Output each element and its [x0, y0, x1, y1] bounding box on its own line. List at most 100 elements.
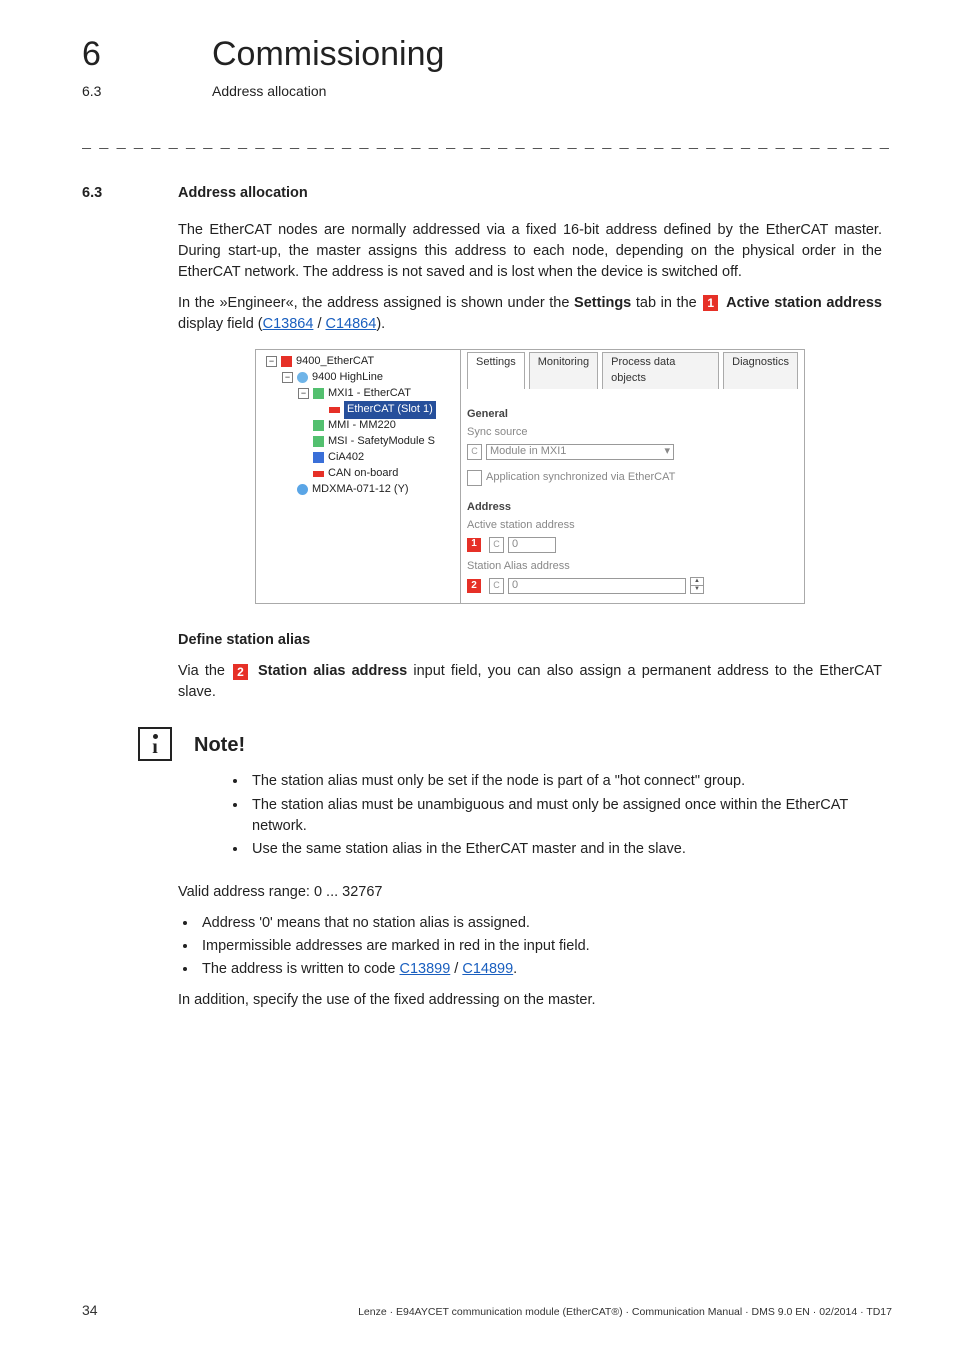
- expand-toggle-icon[interactable]: −: [266, 356, 277, 367]
- section-number-small: 6.3: [82, 81, 152, 101]
- param-c-box[interactable]: C: [489, 578, 504, 594]
- tree-item-label: 9400 HighLine: [312, 370, 383, 386]
- bullet-list: Address '0' means that no station alias …: [198, 913, 882, 980]
- section-number: 6.3: [82, 183, 140, 204]
- callout-marker-1: 1: [467, 538, 481, 552]
- tree-item-label: MMI - MM220: [328, 418, 396, 434]
- tree-item-label: CAN on-board: [328, 466, 398, 482]
- info-icon: ı: [138, 727, 172, 761]
- block-icon: [313, 452, 324, 463]
- list-item: Impermissible addresses are marked in re…: [198, 936, 882, 957]
- tab-strip: SettingsMonitoringProcess data objectsDi…: [467, 352, 798, 389]
- bar-icon: [329, 407, 340, 413]
- callout-marker-2: 2: [467, 579, 481, 593]
- chapter-number: 6: [82, 30, 152, 79]
- footer-doc-info: Lenze · E94AYCET communication module (E…: [358, 1305, 892, 1320]
- list-item: Address '0' means that no station alias …: [198, 913, 882, 934]
- text-bold: Settings: [574, 295, 631, 311]
- spinner-down-icon[interactable]: ▼: [691, 586, 703, 593]
- dev-icon: [281, 356, 292, 367]
- text-run: The address is written to code: [202, 961, 399, 977]
- link-c14864[interactable]: C14864: [326, 316, 377, 332]
- tree-item-label: MXI1 - EtherCAT: [328, 386, 411, 402]
- chevron-down-icon: ▾: [664, 444, 670, 460]
- paragraph: The EtherCAT nodes are normally addresse…: [178, 220, 882, 283]
- blue-icon: [297, 484, 308, 495]
- engineer-screenshot: −9400_EtherCAT−9400 HighLine−MXI1 - Ethe…: [255, 349, 805, 605]
- page-subheader: 6.3 Address allocation: [82, 81, 892, 101]
- tab-diagnostics[interactable]: Diagnostics: [723, 352, 798, 389]
- tree-item[interactable]: − MXI1 - EtherCAT: [258, 386, 458, 402]
- chip-icon: [313, 420, 324, 431]
- list-item: The address is written to code C13899 / …: [198, 959, 882, 980]
- tree-item-label: CiA402: [328, 450, 364, 466]
- bar-icon: [313, 471, 324, 477]
- param-c-box[interactable]: C: [489, 537, 504, 553]
- tree-item[interactable]: MDXMA-071-12 (Y): [258, 482, 458, 498]
- link-c13899[interactable]: C13899: [399, 961, 450, 977]
- tree-item[interactable]: MMI - MM220: [258, 418, 458, 434]
- paragraph: Valid address range: 0 ... 32767: [178, 882, 882, 903]
- param-c-box[interactable]: C: [467, 444, 482, 460]
- sync-source-dropdown[interactable]: Module in MXI1 ▾: [486, 444, 674, 460]
- spinner-up-icon[interactable]: ▲: [691, 578, 703, 586]
- dropdown-value: Module in MXI1: [490, 444, 566, 460]
- chapter-title: Commissioning: [212, 30, 444, 79]
- paragraph: In addition, specify the use of the fixe…: [178, 990, 882, 1011]
- list-item: The station alias must only be set if th…: [248, 771, 882, 792]
- text-run: /: [450, 961, 462, 977]
- settings-panel: SettingsMonitoringProcess data objectsDi…: [461, 350, 804, 604]
- text-run: /: [313, 316, 325, 332]
- tab-settings[interactable]: Settings: [467, 352, 525, 389]
- note-block: ı Note!: [138, 727, 882, 761]
- chip-icon: [313, 436, 324, 447]
- tree-item[interactable]: EtherCAT (Slot 1): [258, 402, 458, 418]
- tree-item[interactable]: − 9400_EtherCAT: [258, 354, 458, 370]
- tree-item[interactable]: CAN on-board: [258, 466, 458, 482]
- tab-monitoring[interactable]: Monitoring: [529, 352, 598, 389]
- device-tree: −9400_EtherCAT−9400 HighLine−MXI1 - Ethe…: [256, 350, 461, 604]
- page-header: 6 Commissioning: [82, 30, 892, 79]
- text-run: In the »Engineer«, the address assigned …: [178, 295, 574, 311]
- chip-icon: [313, 388, 324, 399]
- label-active-station-address: Active station address: [467, 518, 798, 534]
- tree-item[interactable]: CiA402: [258, 450, 458, 466]
- text-run: display field (: [178, 316, 263, 332]
- sphere-icon: [297, 372, 308, 383]
- checkbox[interactable]: [467, 470, 482, 486]
- text-run: ).: [376, 316, 385, 332]
- station-alias-address-field[interactable]: 0: [508, 578, 686, 594]
- note-title: Note!: [194, 727, 245, 760]
- group-label-address: Address: [467, 500, 798, 516]
- tree-item[interactable]: − 9400 HighLine: [258, 370, 458, 386]
- label-station-alias-address: Station Alias address: [467, 559, 798, 575]
- callout-marker-1: 1: [703, 295, 718, 311]
- text-bold: Active station address: [722, 295, 882, 311]
- section-title: Address allocation: [178, 183, 308, 204]
- link-c13864[interactable]: C13864: [263, 316, 314, 332]
- tree-item[interactable]: MSI - SafetyModule S: [258, 434, 458, 450]
- link-c14899[interactable]: C14899: [462, 961, 513, 977]
- text-run: Via the: [178, 663, 231, 679]
- paragraph: In the »Engineer«, the address assigned …: [178, 293, 882, 335]
- text-bold: Station alias address: [252, 663, 407, 679]
- list-item: Use the same station alias in the EtherC…: [248, 839, 882, 860]
- expand-toggle-icon[interactable]: −: [298, 388, 309, 399]
- page-number: 34: [82, 1300, 98, 1320]
- callout-marker-2: 2: [233, 664, 248, 680]
- page-footer: 34 Lenze · E94AYCET communication module…: [82, 1300, 892, 1320]
- tree-item-label: MDXMA-071-12 (Y): [312, 482, 409, 498]
- spinner[interactable]: ▲▼: [690, 577, 704, 594]
- label-sync-source: Sync source: [467, 425, 798, 441]
- paragraph: Via the 2 Station alias address input fi…: [178, 661, 882, 703]
- heading-define-station-alias: Define station alias: [178, 630, 882, 651]
- expand-toggle-icon[interactable]: −: [282, 372, 293, 383]
- tree-item-label: MSI - SafetyModule S: [328, 434, 435, 450]
- checkbox-label: Application synchronized via EtherCAT: [486, 470, 675, 486]
- text-run: tab in the: [631, 295, 701, 311]
- section-title-small: Address allocation: [212, 81, 326, 101]
- divider: _ _ _ _ _ _ _ _ _ _ _ _ _ _ _ _ _ _ _ _ …: [82, 130, 892, 153]
- text-run: .: [513, 961, 517, 977]
- tab-process-data-objects[interactable]: Process data objects: [602, 352, 719, 389]
- tree-item-label: 9400_EtherCAT: [296, 354, 374, 370]
